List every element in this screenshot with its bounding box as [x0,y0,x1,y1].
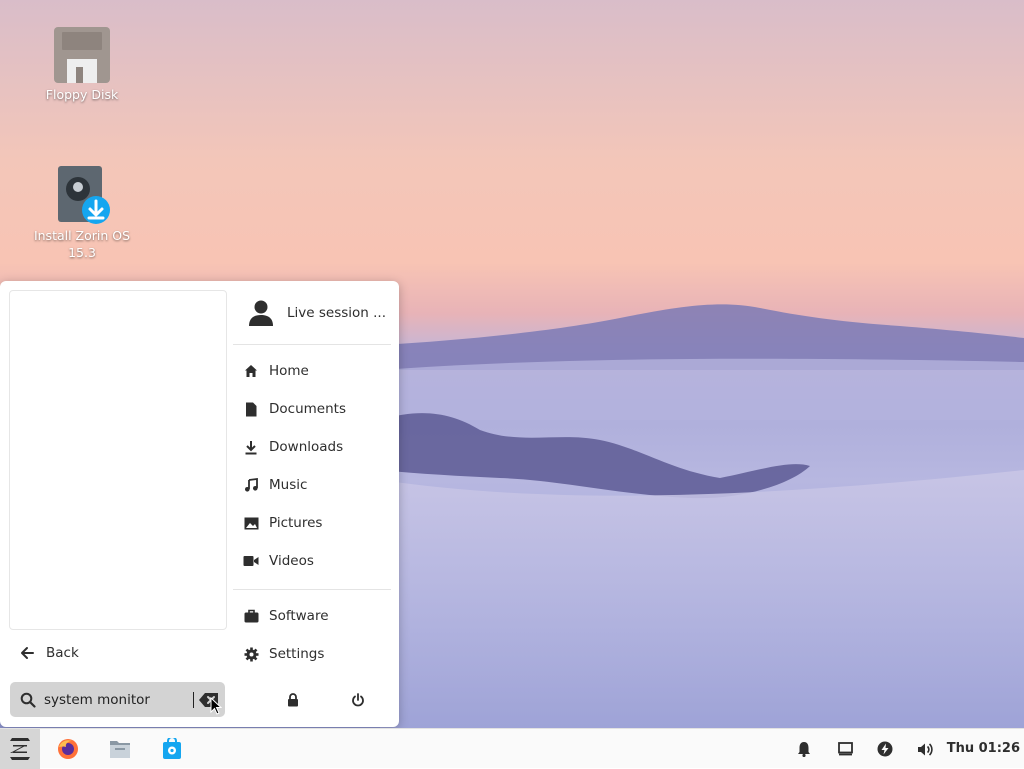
zorin-menu-icon [10,738,30,760]
lock-icon [288,693,298,707]
user-account-button[interactable]: Live session ... [233,293,391,333]
floppy-disk-icon [54,27,110,83]
search-icon [20,692,36,708]
software-store-icon [163,738,181,759]
app-label: Software [269,608,329,624]
music-icon [245,478,258,492]
app-settings[interactable]: Settings [233,637,391,671]
place-home[interactable]: Home [233,354,391,388]
place-music[interactable]: Music [233,468,391,502]
place-label: Pictures [269,515,323,531]
notifications-button[interactable] [784,729,824,769]
notifications-icon [798,742,810,757]
place-downloads[interactable]: Downloads [233,430,391,464]
user-icon [249,300,273,326]
start-menu: Back Live session ... Home Documents [0,281,399,727]
power-button[interactable] [343,686,373,714]
display-icon [837,742,853,756]
video-icon [243,556,259,566]
gear-icon [244,647,258,661]
display-button[interactable] [825,729,865,769]
place-label: Documents [269,401,346,417]
software-store-button[interactable] [152,729,192,769]
lock-button[interactable] [278,686,308,714]
place-label: Downloads [269,439,344,455]
place-label: Music [269,477,308,493]
taskbar: Thu 01:26 [0,728,1024,769]
place-label: Home [269,363,309,379]
desktop-icon-install-zorin[interactable]: Install Zorin OS 15.3 [27,165,137,261]
place-label: Videos [269,553,314,569]
power-icon [352,693,364,707]
power-status-icon [877,741,893,757]
volume-button[interactable] [905,729,945,769]
home-icon [245,365,257,377]
volume-icon [917,742,933,756]
back-label: Back [46,645,79,661]
arrow-left-icon [21,647,34,659]
app-label: Settings [269,646,325,662]
briefcase-icon [244,609,258,623]
firefox-icon [58,739,78,759]
place-pictures[interactable]: Pictures [233,506,391,540]
files-icon [110,741,130,758]
divider [233,589,391,590]
text-cursor [193,691,194,708]
back-button[interactable]: Back [10,639,120,667]
desktop-icon-label: Install Zorin OS 15.3 [33,228,131,260]
divider [233,344,391,345]
files-button[interactable] [100,729,140,769]
desktop-icon-floppy-disk[interactable]: Floppy Disk [27,26,137,103]
app-software[interactable]: Software [233,599,391,633]
image-icon [244,517,258,529]
mouse-pointer-icon [210,697,222,715]
desktop-icon-label: Floppy Disk [45,87,119,102]
search-box[interactable] [10,682,225,717]
firefox-button[interactable] [48,729,88,769]
zorin-menu-button[interactable] [0,729,40,769]
installer-drive-icon [58,166,110,224]
search-input[interactable] [44,691,194,708]
place-videos[interactable]: Videos [233,544,391,578]
search-results-pane [9,290,227,630]
document-icon [246,402,257,416]
power-status-button[interactable] [865,729,905,769]
user-name-label: Live session ... [287,305,386,321]
clock[interactable]: Thu 01:26 [947,729,1020,769]
place-documents[interactable]: Documents [233,392,391,426]
download-icon [245,440,257,454]
